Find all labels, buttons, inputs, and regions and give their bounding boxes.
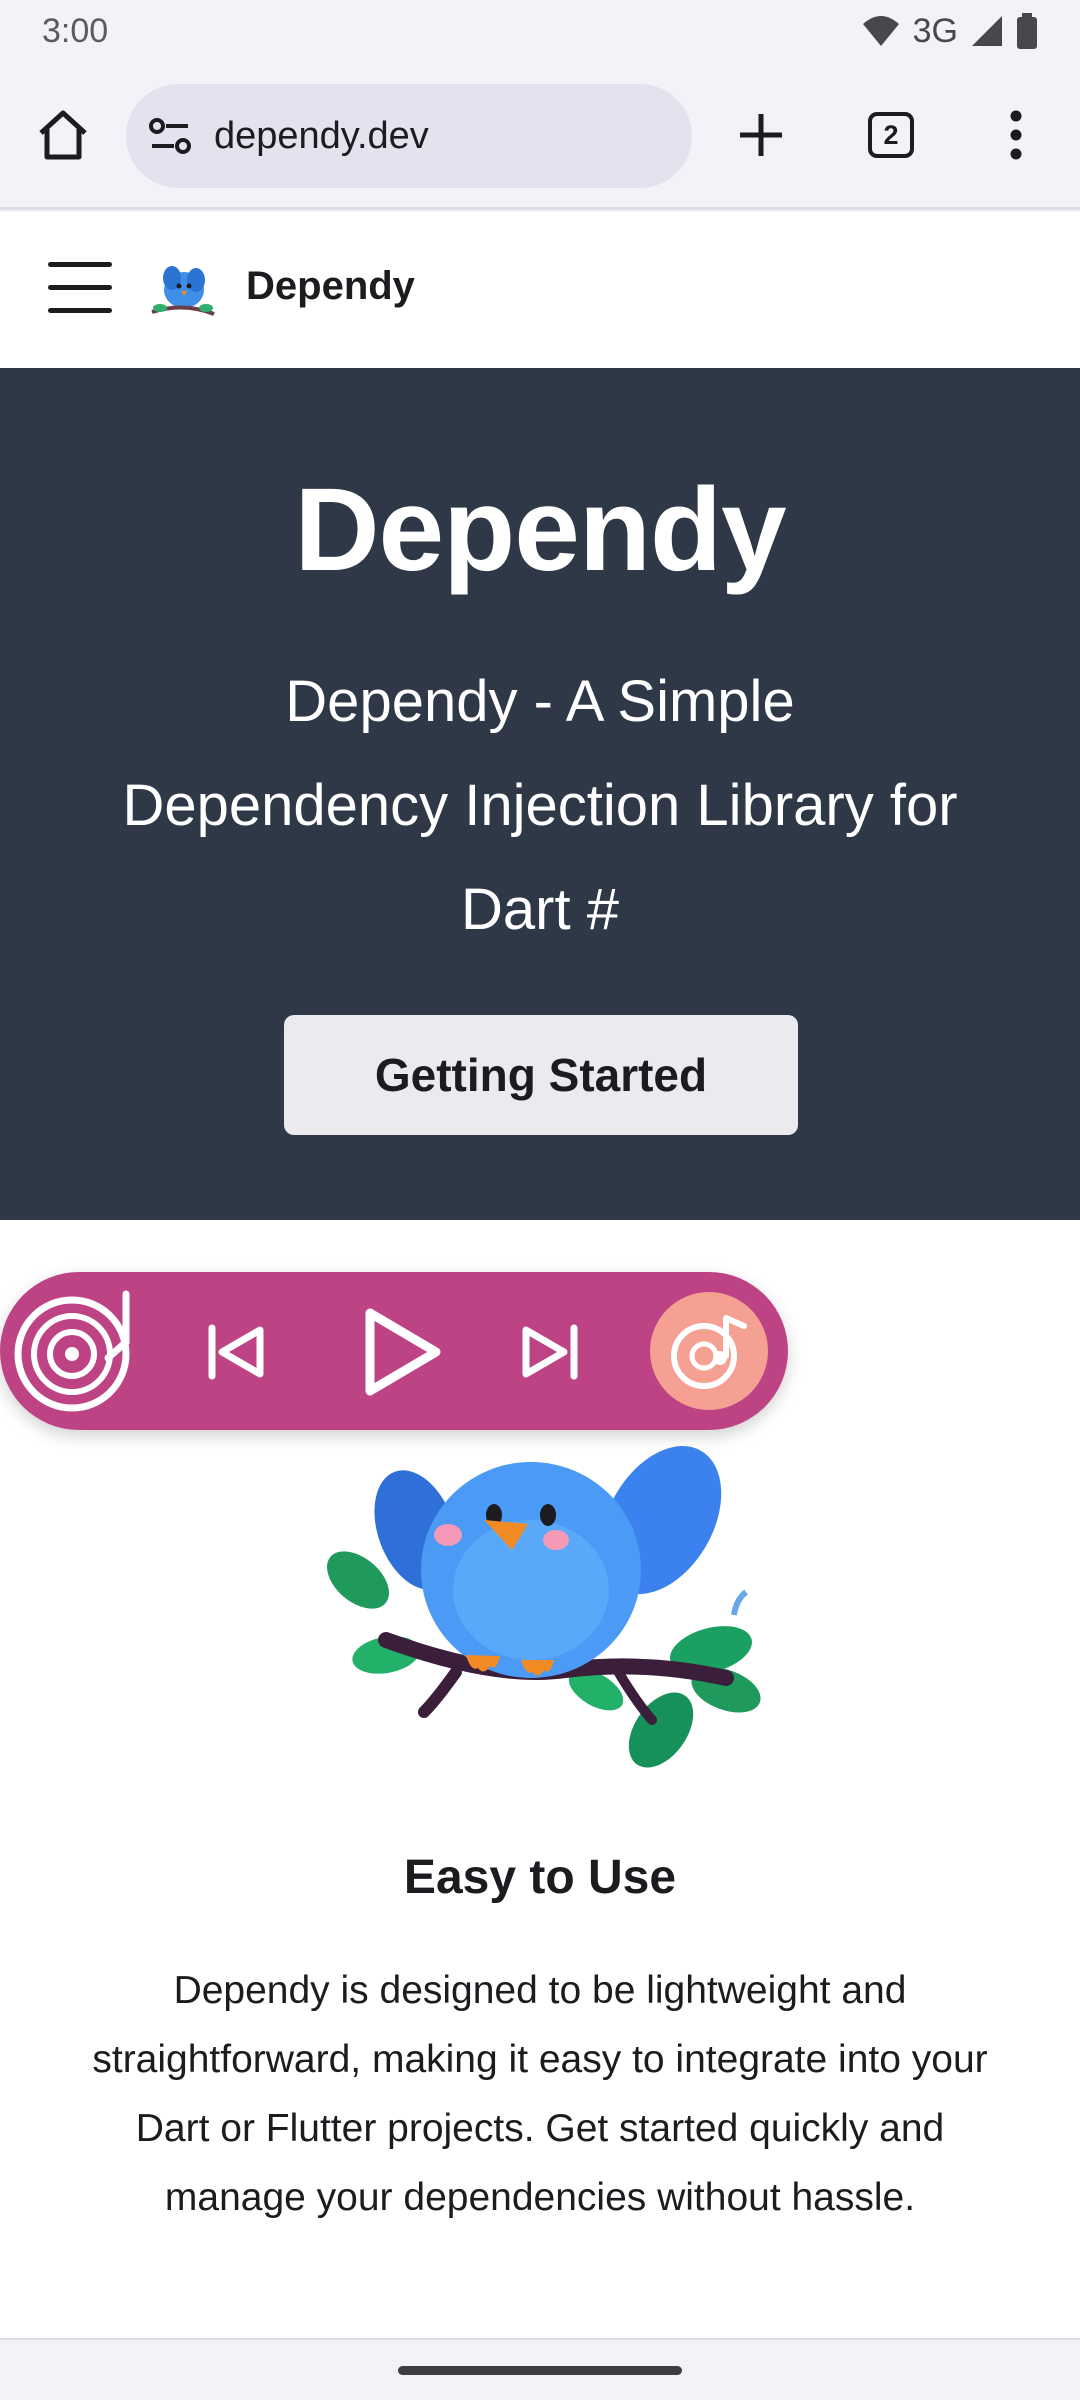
- home-icon: [39, 110, 87, 160]
- hamburger-menu-icon[interactable]: [48, 262, 114, 318]
- skip-next-icon[interactable]: [510, 1312, 590, 1392]
- new-tab-button[interactable]: [728, 102, 794, 168]
- hero-subtitle: Dependy - A Simple Dependency Injection …: [122, 669, 958, 942]
- network-type: 3G: [912, 11, 958, 50]
- getting-started-button[interactable]: Getting Started: [284, 1015, 798, 1135]
- disc-icon[interactable]: [10, 1286, 140, 1416]
- bird-logo-icon[interactable]: [148, 256, 218, 326]
- tab-switcher-button[interactable]: 2: [858, 102, 924, 168]
- home-button[interactable]: [30, 102, 96, 168]
- site-header: Dependy: [0, 212, 1080, 368]
- feature-description: Dependy is designed to be lightweight an…: [92, 1969, 988, 2219]
- tab-count: 2: [883, 119, 899, 150]
- status-bar: 3:00 3G: [0, 0, 1080, 62]
- signal-icon: [970, 14, 1004, 48]
- site-info-icon: [149, 118, 191, 154]
- screen: 3:00 3G dependy.dev 2 Dependy Dependy De…: [0, 0, 1080, 2400]
- music-disc-icon[interactable]: [650, 1292, 768, 1410]
- play-icon[interactable]: [352, 1302, 452, 1402]
- floating-media-player[interactable]: [0, 1272, 788, 1430]
- hero-title: Dependy: [294, 464, 786, 596]
- feature-title: Easy to Use: [403, 1851, 677, 1904]
- content-section: Easy to Use Dependy is designed to be li…: [0, 1220, 1080, 2340]
- url-bar[interactable]: dependy.dev: [126, 84, 692, 188]
- bird-illustration: [316, 1440, 766, 1800]
- tabs-icon: 2: [868, 112, 914, 158]
- plus-icon: [740, 114, 782, 156]
- site-name[interactable]: Dependy: [246, 264, 415, 309]
- gesture-handle[interactable]: [398, 2366, 682, 2375]
- status-icons: 3G: [861, 12, 1038, 51]
- url-text: dependy.dev: [214, 114, 429, 157]
- more-vert-icon: [1010, 110, 1022, 160]
- browser-menu-button[interactable]: [986, 102, 1046, 168]
- status-time: 3:00: [42, 11, 109, 50]
- battery-icon: [1016, 13, 1038, 49]
- browser-toolbar: dependy.dev 2: [0, 62, 1080, 210]
- navigation-bar: [0, 2338, 1080, 2400]
- skip-previous-icon[interactable]: [196, 1312, 276, 1392]
- wifi-icon: [861, 14, 901, 48]
- hero-section: Dependy Dependy - A Simple Dependency In…: [0, 368, 1080, 1220]
